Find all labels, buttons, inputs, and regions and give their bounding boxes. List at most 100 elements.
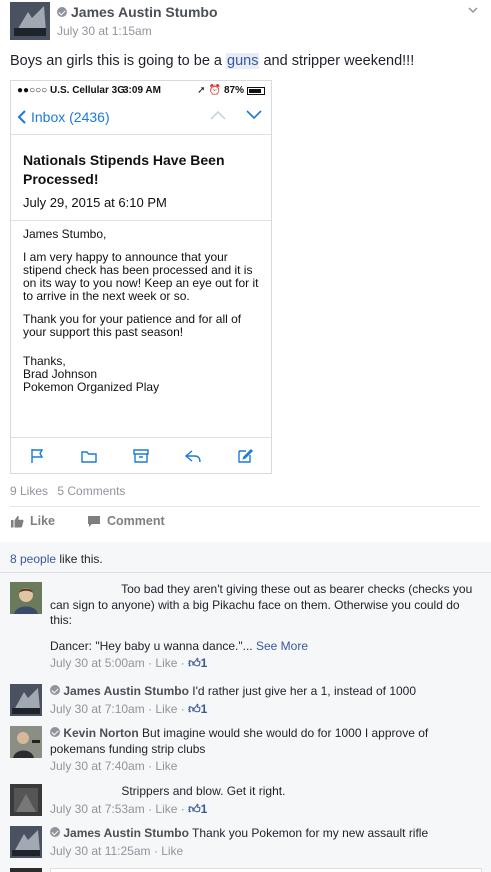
comment-meta: July 30 at 5:00am · Like · 👍︎1 xyxy=(50,656,208,670)
email-screenshot-image[interactable]: ●●○○○ U.S. Cellular 3G 3:09 AM ➚ ⏰ 87% I… xyxy=(10,80,272,474)
comment-body: James Austin Stumbo Thank you Pokemon fo… xyxy=(50,826,480,859)
reply-icon xyxy=(184,449,201,462)
comment-reaction-count: 1 xyxy=(200,656,208,670)
email-divider xyxy=(11,220,271,221)
archive-icon xyxy=(133,448,149,463)
commenter-avatar[interactable] xyxy=(10,826,42,858)
comment-time[interactable]: July 30 at 7:10am xyxy=(50,702,145,716)
comment-meta: July 30 at 7:40am · Like xyxy=(50,759,178,773)
battery-percent: 87% xyxy=(223,85,244,96)
status-time: 3:09 AM xyxy=(123,85,161,96)
comment-input-edge[interactable] xyxy=(50,868,482,872)
like-button-label: Like xyxy=(30,514,56,528)
status-carrier: ●●○○○ U.S. Cellular 3G xyxy=(17,85,126,96)
post-text-before: Boys an girls this is going to be a xyxy=(10,53,227,69)
battery-indicator: ➚ ⏰ 87% xyxy=(197,85,265,96)
comment-time[interactable]: July 30 at 11:25am xyxy=(50,844,151,858)
likes-count[interactable]: 9 Likes xyxy=(10,484,48,498)
comment-time[interactable]: July 30 at 7:53am xyxy=(50,802,145,816)
email-date: July 29, 2015 at 6:10 PM xyxy=(23,195,167,210)
comment-like-link[interactable]: Like xyxy=(155,802,177,816)
chevron-down-icon xyxy=(246,110,262,120)
comment-author[interactable]: James Austin Stumbo xyxy=(63,826,189,840)
inbox-back-button: Inbox (2436) xyxy=(17,109,110,125)
comment-reaction[interactable]: 👍︎1 xyxy=(188,656,207,670)
post-counts: 9 Likes 5 Comments xyxy=(10,484,131,498)
post-header: James Austin Stumbo July 30 at 1:15am xyxy=(0,0,491,44)
comment-body: Too bad they aren't giving these out as … xyxy=(50,582,480,672)
comment-reaction-count: 1 xyxy=(200,701,208,716)
chevron-up-icon xyxy=(210,110,226,120)
comment-like-link[interactable]: Like xyxy=(155,702,177,716)
comment-text-second: Dancer: "Hey baby u wanna dance."... xyxy=(50,638,253,653)
commenter-avatar[interactable] xyxy=(10,582,42,614)
comment-body: James Austin Stumbo I'd rather just give… xyxy=(50,684,480,717)
comments-count[interactable]: 5 Comments xyxy=(57,484,125,498)
thumbs-up-icon xyxy=(11,515,24,527)
author-name[interactable]: James Austin Stumbo xyxy=(71,4,218,20)
author-avatar[interactable] xyxy=(10,2,50,40)
comment-button[interactable]: Comment xyxy=(87,514,165,528)
see-more-link[interactable]: See More xyxy=(256,639,308,653)
comment-like-link[interactable]: Like xyxy=(155,759,177,773)
comment-text: Too bad they aren't giving these out as … xyxy=(50,582,480,629)
comment-text-main: Strippers and blow. Get it right. xyxy=(121,784,286,798)
comment-text: James Austin Stumbo Thank you Pokemon fo… xyxy=(50,826,480,842)
flag-icon xyxy=(31,448,44,463)
comment-body: Strippers and blow. Get it right. July 3… xyxy=(50,784,480,817)
compose-icon xyxy=(238,448,253,463)
message-nav-arrows xyxy=(209,109,263,121)
comment-time[interactable]: July 30 at 5:00am xyxy=(50,656,145,670)
commenter-avatar[interactable] xyxy=(10,726,42,758)
comment-button-label: Comment xyxy=(107,514,165,528)
comment-author[interactable]: James Austin Stumbo xyxy=(63,684,189,698)
verified-icon xyxy=(50,727,60,737)
battery-icon xyxy=(247,86,265,95)
commenter-avatar[interactable] xyxy=(10,684,42,716)
comment-time[interactable]: July 30 at 7:40am xyxy=(50,759,145,773)
email-sign-line-3: Pokemon Organized Play xyxy=(23,380,160,394)
folder-icon xyxy=(81,450,97,463)
comment-meta: July 30 at 7:10am · Like · 👍︎1 xyxy=(50,701,208,716)
email-subject: Nationals Stipends Have Been Processed! xyxy=(23,152,225,187)
thumbs-up-icon: 👍︎ xyxy=(188,801,201,816)
author-line: James Austin Stumbo xyxy=(57,4,218,20)
inbox-back-label: Inbox (2436) xyxy=(31,109,110,125)
comment-reaction[interactable]: 👍︎1 xyxy=(188,802,207,816)
like-button[interactable]: Like xyxy=(10,514,55,528)
comment-author[interactable]: Kevin Norton xyxy=(63,726,138,740)
post-timestamp[interactable]: July 30 at 1:15am xyxy=(57,24,152,38)
chevron-down-icon[interactable] xyxy=(467,4,479,16)
alarm-icon: ⏰ xyxy=(208,85,221,96)
comment-reaction[interactable]: 👍︎1 xyxy=(188,702,207,716)
comment-meta: July 30 at 11:25am · Like xyxy=(50,843,184,858)
commenter-avatar[interactable] xyxy=(10,784,42,816)
email-greeting: James Stumbo, xyxy=(23,227,107,241)
thumbs-up-icon: 👍︎ xyxy=(188,701,201,716)
post-text: Boys an girls this is going to be a guns… xyxy=(10,53,414,69)
likers-divider xyxy=(0,572,491,573)
comment-like-link[interactable]: Like xyxy=(155,656,177,670)
actions-top-divider xyxy=(10,506,480,507)
likers-suffix: like this. xyxy=(56,552,103,566)
likers-summary: 8 people like this. xyxy=(10,552,103,566)
verified-icon xyxy=(50,827,60,837)
comments-section: 8 people like this. Too bad they aren't … xyxy=(0,542,491,872)
comment-meta: July 30 at 7:53am · Like · 👍︎1 xyxy=(50,801,208,816)
verified-icon xyxy=(57,7,67,17)
comment-text-continued: Dancer: "Hey baby u wanna dance."... See… xyxy=(50,639,480,655)
mail-nav-bar: Inbox (2436) xyxy=(11,101,271,135)
post-text-highlight[interactable]: guns xyxy=(226,53,260,69)
post-actions: Like Comment xyxy=(10,514,165,528)
email-header: Nationals Stipends Have Been Processed! … xyxy=(23,151,259,210)
comment-text: James Austin Stumbo I'd rather just give… xyxy=(50,684,480,700)
next-comment-avatar-edge xyxy=(10,868,42,872)
comment-text-main: Thank you Pokemon for my new assault rif… xyxy=(192,826,429,840)
comment-reaction-count: 1 xyxy=(200,801,208,816)
email-signature: Thanks, Brad Johnson Pokemon Organized P… xyxy=(23,355,263,394)
email-body: James Stumbo, I am very happy to announc… xyxy=(23,228,263,394)
comment-icon xyxy=(88,515,101,527)
likers-link[interactable]: 8 people xyxy=(10,552,56,566)
comment-body: Kevin Norton But imagine would she would… xyxy=(50,726,480,775)
comment-like-link[interactable]: Like xyxy=(161,844,183,858)
